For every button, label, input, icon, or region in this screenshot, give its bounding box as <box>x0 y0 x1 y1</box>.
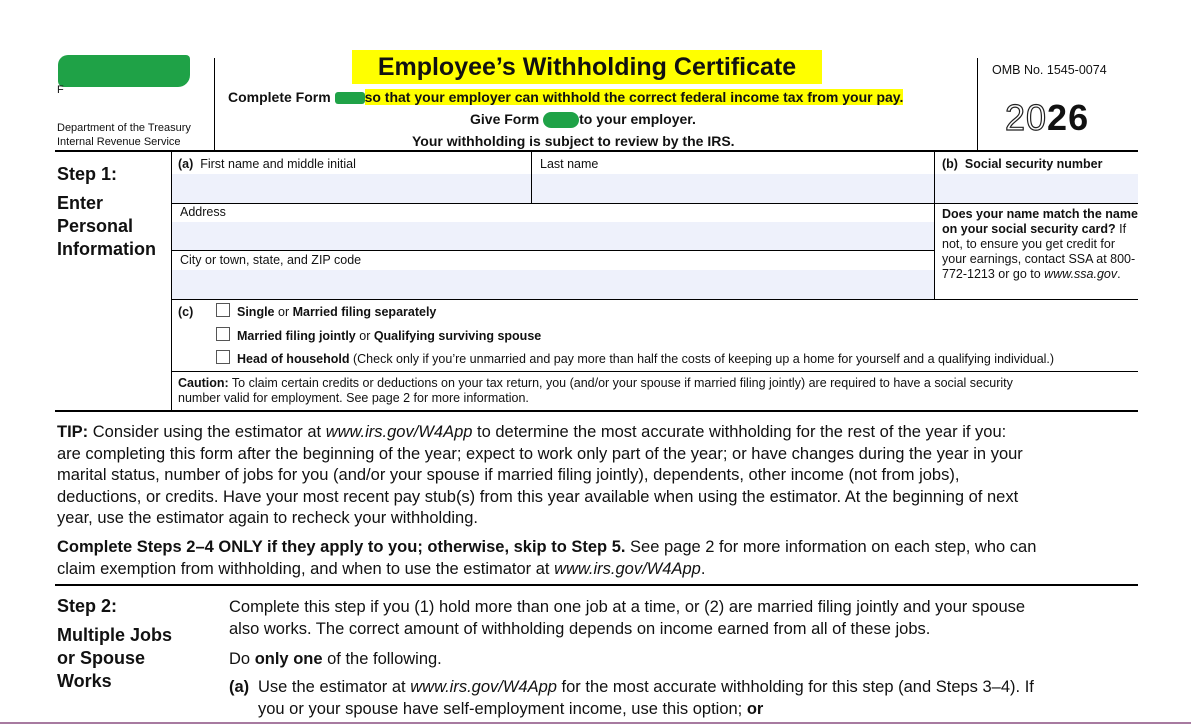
name-row-rule <box>171 203 1138 204</box>
step1-heading: Step 1: Enter Personal Information <box>57 164 156 259</box>
filing-status-tag: (c) <box>178 305 194 319</box>
header-bottom-rule <box>55 150 1138 152</box>
first-name-label: (a) First name and middle initial <box>178 157 356 171</box>
header-instruction-line2: Give Form to your employer. <box>470 111 696 129</box>
header-divider-left <box>214 58 215 150</box>
address-row-rule <box>171 250 935 251</box>
step2-option-a-tag: (a) <box>229 678 250 696</box>
step2-top-rule <box>55 584 1138 586</box>
ssa-name-match-note: Does your name match the name on your so… <box>942 207 1138 281</box>
step2-option-a-text: Use the estimator at www.irs.gov/W4App f… <box>258 678 1034 718</box>
checkbox-head-of-household[interactable] <box>216 350 230 364</box>
ssn-input[interactable] <box>935 174 1138 203</box>
step1-bottom-rule <box>55 410 1138 412</box>
tip-paragraph: TIP: Consider using the estimator at www… <box>57 423 1023 527</box>
redacted-form-number-mark <box>334 92 365 105</box>
redacted-form-number-mark <box>58 55 190 87</box>
address-label: Address <box>180 205 226 219</box>
ssn-divider <box>934 152 935 299</box>
last-name-label: Last name <box>540 157 599 171</box>
city-state-zip-input[interactable] <box>172 270 934 299</box>
first-name-input[interactable] <box>172 174 531 203</box>
option-head-of-household-label: Head of household (Check only if you’re … <box>237 352 1055 366</box>
step2-heading: Step 2: Multiple Jobs or Spouse Works <box>57 596 173 691</box>
ssn-label: (b) Social security number <box>942 157 1103 171</box>
department-label: Department of the Treasury Internal Reve… <box>57 122 191 148</box>
step2-do-only-one: Do only one of the following. <box>229 650 442 668</box>
redacted-form-number-mark <box>543 112 580 129</box>
form-title: Employee’s Withholding Certificate <box>352 50 822 84</box>
checkbox-single[interactable] <box>216 303 230 317</box>
caution-note: Caution: To claim certain credits or ded… <box>178 376 1013 405</box>
city-state-zip-label: City or town, state, and ZIP code <box>180 253 362 267</box>
omb-number: OMB No. 1545-0074 <box>992 63 1107 77</box>
option-married-jointly-label: Married filing jointly or Qualifying sur… <box>237 329 542 343</box>
checkbox-married-jointly[interactable] <box>216 327 230 341</box>
header-instruction-line3: Your withholding is subject to review by… <box>412 133 735 149</box>
address-input[interactable] <box>172 222 934 250</box>
last-name-input[interactable] <box>532 174 934 203</box>
header-divider-right <box>977 58 978 150</box>
header-instruction-line1: Complete Form so that your employer can … <box>228 89 904 105</box>
bottom-border <box>0 722 1191 724</box>
option-single-label: Single or Married filing separately <box>237 305 437 319</box>
complete-steps-paragraph: Complete Steps 2–4 ONLY if they apply to… <box>57 538 1037 578</box>
form-label-partial: F <box>57 84 64 96</box>
filing-status-rule <box>171 371 1138 372</box>
name-divider <box>531 152 532 203</box>
city-row-rule <box>171 299 1138 300</box>
step2-intro-paragraph: Complete this step if you (1) hold more … <box>229 598 1026 638</box>
tax-year: 2026 <box>1004 96 1090 138</box>
